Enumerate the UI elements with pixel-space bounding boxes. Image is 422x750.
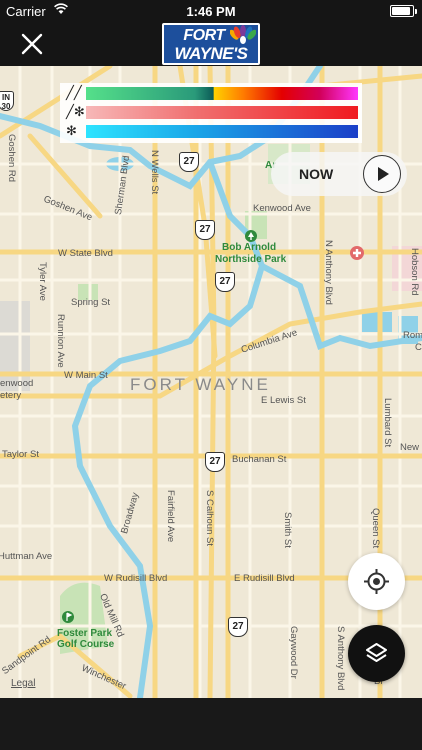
bottom-bar bbox=[0, 698, 422, 750]
legend-row-mix: ╱✻ bbox=[64, 104, 358, 119]
place-label: Rom bbox=[403, 330, 422, 341]
street-label: W Main St bbox=[64, 370, 108, 381]
street-label: Lumbard St bbox=[382, 398, 393, 448]
park-icon bbox=[245, 230, 257, 242]
street-label: Buchanan St bbox=[232, 454, 287, 465]
park-label: Northside Park bbox=[215, 254, 287, 265]
route-27-shield: 27 bbox=[205, 452, 225, 472]
legend-row-snow: ✻ bbox=[64, 123, 358, 138]
route-27-shield: 27 bbox=[179, 152, 199, 172]
park-name-line1: Bob Arnold bbox=[222, 242, 277, 253]
layers-icon bbox=[366, 643, 387, 662]
snow-color-scale bbox=[86, 125, 358, 138]
park-label: Bob Arnold bbox=[222, 242, 276, 253]
street-label: etery bbox=[0, 390, 22, 401]
street-label: S Anthony Blvd bbox=[335, 626, 346, 691]
street-label: W Rudisill Blvd bbox=[104, 573, 168, 584]
battery-level bbox=[392, 7, 410, 15]
street-label: enwood bbox=[0, 378, 34, 389]
street-label: New H bbox=[400, 442, 422, 453]
precipitation-legend: ╱╱ ╱✻ ✻ bbox=[60, 83, 362, 143]
play-button[interactable] bbox=[363, 155, 401, 193]
logo-text-line2: WAYNE'S bbox=[174, 44, 248, 63]
locate-button[interactable] bbox=[348, 553, 405, 610]
city-label: FORT WAYNE bbox=[130, 375, 271, 394]
street-label: Hobson Rd bbox=[409, 248, 420, 296]
street-label: N Anthony Blvd bbox=[323, 240, 334, 305]
street-label: Gaywood Dr bbox=[288, 626, 299, 679]
clock: 1:46 PM bbox=[186, 4, 236, 19]
rain-icon: ╱╱ bbox=[66, 85, 82, 100]
close-icon[interactable] bbox=[18, 30, 46, 58]
street-label: Taylor St bbox=[2, 449, 39, 460]
park-label: Foster Park bbox=[57, 628, 113, 639]
street-label: S Calhoun St bbox=[204, 490, 215, 546]
legend-row-rain: ╱╱ bbox=[64, 85, 358, 100]
peacock-icon bbox=[230, 25, 256, 44]
golf-icon bbox=[62, 611, 74, 623]
park-label: Golf Course bbox=[57, 639, 115, 650]
route-27-shield: 27 bbox=[228, 617, 248, 637]
rain-color-scale bbox=[86, 87, 358, 100]
street-label: N Wells St bbox=[149, 150, 160, 195]
battery-icon bbox=[390, 5, 417, 17]
timeline-control[interactable]: NOW bbox=[271, 152, 407, 196]
station-logo: FORT WAYNE'S bbox=[162, 23, 260, 65]
mix-color-scale bbox=[86, 106, 358, 119]
street-label: E Rudisill Blvd bbox=[234, 573, 295, 584]
street-label: Queen St bbox=[370, 508, 381, 549]
play-icon bbox=[378, 167, 389, 181]
street-label: Tyler Ave bbox=[37, 262, 48, 301]
screen: Carrier 1:46 PM FORT WAYNE'S 27 27 27 27… bbox=[0, 0, 422, 750]
layers-button[interactable] bbox=[348, 625, 405, 682]
hospital-icon bbox=[350, 246, 364, 260]
street-label: Huttman Ave bbox=[0, 551, 53, 562]
street-label: Goshen Rd bbox=[6, 134, 17, 183]
street-label: Runnion Ave bbox=[55, 314, 66, 368]
street-label: Spring St bbox=[71, 297, 111, 308]
legal-link[interactable]: Legal bbox=[11, 678, 35, 689]
street-label: Kenwood Ave bbox=[253, 203, 311, 214]
now-label: NOW bbox=[299, 166, 334, 182]
radar-map[interactable]: 27 27 27 27 27 IN 30 Goshen Rd Goshen Av… bbox=[0, 66, 422, 698]
street-label: Fairfield Ave bbox=[165, 490, 176, 543]
street-label: E Lewis St bbox=[261, 395, 306, 406]
street-label: Smith St bbox=[282, 512, 293, 548]
water-area bbox=[362, 312, 392, 332]
route-27-shield: 27 bbox=[215, 272, 235, 292]
mix-icon: ╱✻ bbox=[66, 104, 85, 119]
crosshair-icon bbox=[364, 569, 389, 594]
app-header: FORT WAYNE'S bbox=[0, 22, 422, 66]
place-label: C bbox=[415, 342, 422, 353]
status-bar: Carrier 1:46 PM bbox=[0, 0, 422, 22]
route-27-shield: 27 bbox=[195, 220, 215, 240]
street-label: W State Blvd bbox=[58, 248, 113, 259]
route-30-shield: IN 30 bbox=[0, 91, 14, 111]
snow-icon: ✻ bbox=[66, 123, 77, 138]
